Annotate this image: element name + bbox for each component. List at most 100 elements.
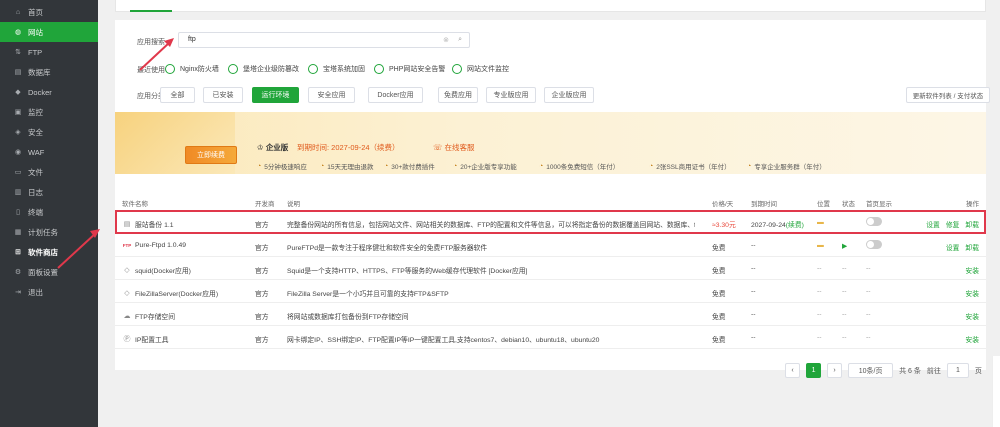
edition-label: ♔ 企业版 — [257, 143, 289, 152]
feature-icon: ◔ — [320, 162, 325, 170]
category-tab-7[interactable]: 企业版应用 — [544, 87, 594, 103]
op-link-0[interactable]: 设置 — [946, 242, 960, 252]
docker-icon: ◆ — [15, 89, 21, 96]
home-display-toggle[interactable] — [866, 240, 882, 249]
operations: 设置 卸载 — [946, 242, 979, 252]
op-link-0[interactable]: 安装 — [965, 288, 979, 298]
operations: 安装 — [965, 265, 979, 275]
recent-item-label: 堡塔企业级防篡改 — [243, 66, 299, 73]
plugin-icon — [452, 64, 462, 74]
op-link-0[interactable]: 安装 — [965, 265, 979, 275]
sidebar-item-label: 安全 — [28, 127, 43, 137]
folder-icon[interactable]: ▬ — [817, 242, 824, 249]
expire-text[interactable]: 到期时间: 2027-09-24（续费） — [297, 142, 400, 153]
category-tab-6[interactable]: 专业版应用 — [486, 87, 536, 103]
sidebar-item-4[interactable]: ◆ Docker — [0, 82, 98, 102]
category-tab-4[interactable]: Docker应用 — [368, 87, 423, 103]
goto-page-input[interactable]: 1 — [946, 363, 969, 378]
sidebar-item-6[interactable]: ◈ 安全 — [0, 122, 98, 142]
developer: 官方 — [255, 337, 269, 344]
search-input[interactable]: ftp ⊗ ⌕ — [178, 32, 470, 48]
operations: 安装 — [965, 288, 979, 298]
category-tab-2[interactable]: 运行环境 — [252, 87, 299, 103]
feature-label: 30+款付费插件 — [391, 164, 435, 171]
sidebar-item-9[interactable]: ▥ 日志 — [0, 182, 98, 202]
sidebar-item-13[interactable]: ⚙ 面板设置 — [0, 262, 98, 282]
recent-item-2[interactable]: 宝塔系统加固 — [308, 64, 365, 74]
expiry-date: -- — [751, 334, 756, 341]
op-link-0[interactable]: 安装 — [965, 334, 979, 344]
sidebar-item-8[interactable]: ▭ 文件 — [0, 162, 98, 182]
recent-item-1[interactable]: 堡塔企业级防篡改 — [228, 64, 299, 74]
side-float-bar[interactable] — [992, 356, 1000, 427]
plugin-icon — [374, 64, 384, 74]
category-tab-3[interactable]: 安全应用 — [308, 87, 355, 103]
op-link-1[interactable]: 卸载 — [965, 242, 979, 252]
banner-feature-5: ◔ 2张SSL商用证书（年付） — [649, 161, 731, 172]
sidebar-item-11[interactable]: ▦ 计划任务 — [0, 222, 98, 242]
sidebar-item-5[interactable]: ▣ 监控 — [0, 102, 98, 122]
developer: 官方 — [255, 291, 269, 298]
op-link-0[interactable]: 安装 — [965, 311, 979, 321]
terminal-icon: ▯ — [16, 209, 20, 216]
developer: 官方 — [255, 245, 269, 252]
log-icon: ▥ — [14, 189, 22, 196]
home-display: -- — [866, 265, 871, 272]
location-empty: -- — [817, 265, 822, 272]
feature-label: 15天无理由退款 — [327, 164, 374, 171]
clear-icon[interactable]: ⊗ — [443, 36, 449, 44]
next-page-button[interactable]: › — [827, 363, 843, 378]
prev-page-button[interactable]: ‹ — [785, 363, 801, 378]
page-1-button[interactable]: 1 — [806, 363, 822, 378]
sidebar-item-3[interactable]: ▤ 数据库 — [0, 62, 98, 82]
support-link[interactable]: ☏ 在线客服 — [433, 142, 474, 153]
expiry-date: -- — [751, 288, 756, 295]
status-value: -- — [842, 288, 847, 295]
banner-feature-3: ◔ 20+企业版专享功能 — [453, 161, 517, 172]
sidebar-item-1[interactable]: ◍ 网站 — [0, 22, 98, 42]
software-store-card: 应用搜索 ftp ⊗ ⌕ 最近使用 Nginx防火墙 堡塔企业级防篡改 宝塔系统加固… — [115, 20, 990, 378]
database-icon: ▤ — [14, 69, 22, 76]
gear-icon: ⚙ — [14, 269, 22, 276]
status-value: -- — [842, 311, 847, 318]
recent-item-3[interactable]: PHP网站安全告警 — [374, 64, 445, 74]
play-icon: ▶ — [842, 243, 848, 250]
price: 免费 — [712, 314, 726, 321]
feature-label: 专享企业服务群（年付） — [754, 164, 826, 171]
expiry-date: -- — [751, 265, 756, 272]
sidebar-item-14[interactable]: ⇥ 退出 — [0, 282, 98, 302]
category-tab-1[interactable]: 已安装 — [203, 87, 243, 103]
waf-icon: ◉ — [14, 149, 22, 156]
sidebar-item-7[interactable]: ◉ WAF — [0, 142, 98, 162]
pagination: ‹ 1 › 10条/页共 6 条前往 1 页 — [775, 363, 986, 378]
calendar-icon: ▦ — [14, 229, 22, 236]
category-tab-5[interactable]: 免费应用 — [438, 87, 478, 103]
sidebar-item-label: 计划任务 — [28, 227, 58, 237]
sidebar-item-2[interactable]: ⇅ FTP — [0, 42, 98, 62]
highlight-box — [115, 210, 986, 234]
feature-icon: ◔ — [649, 162, 654, 170]
expiry-date: -- — [751, 242, 756, 249]
per-page-select[interactable]: 10条/页 — [848, 363, 894, 378]
expiry-text: -- — [751, 334, 756, 341]
recent-item-4[interactable]: 网站文件监控 — [452, 64, 509, 74]
update-software-list-button[interactable]: 更新软件列表 / 支付状态 — [906, 87, 990, 103]
sidebar-item-label: 日志 — [28, 187, 43, 197]
sidebar-item-label: FTP — [28, 47, 43, 57]
sidebar-item-0[interactable]: ⌂ 首页 — [0, 2, 98, 22]
column-header-2: 说明 — [287, 201, 300, 208]
sidebar-item-label: WAF — [28, 147, 45, 157]
ftp-icon: ⇅ — [15, 49, 21, 56]
location-empty: -- — [817, 311, 822, 318]
search-icon[interactable]: ⌕ — [458, 36, 462, 44]
developer: 官方 — [255, 268, 269, 275]
column-header-1: 开发商 — [255, 201, 275, 208]
table-row: ◇ squid(Docker应用) 官方 Squid是一个支持HTTP、HTTPS、F… — [115, 257, 986, 280]
developer: 官方 — [255, 314, 269, 321]
home-display: -- — [866, 334, 871, 341]
shield-icon: ◈ — [15, 129, 21, 136]
sidebar-item-10[interactable]: ▯ 终端 — [0, 202, 98, 222]
sidebar-item-label: 软件商店 — [28, 247, 58, 257]
feature-label: 2张SSL商用证书（年付） — [656, 164, 731, 171]
folder-icon: ▭ — [14, 169, 22, 176]
